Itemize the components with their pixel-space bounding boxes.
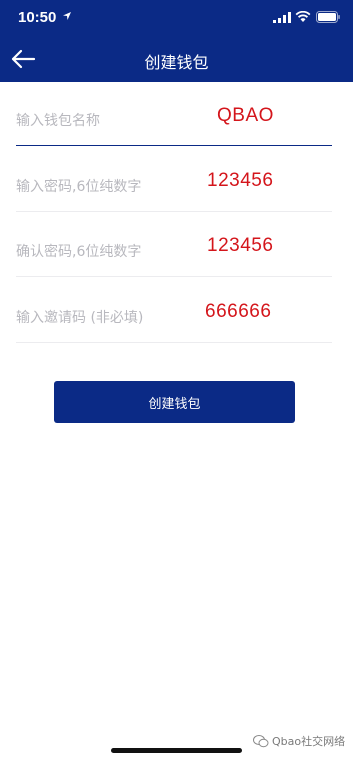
- home-indicator[interactable]: [111, 748, 242, 753]
- confirm-password-placeholder: 确认密码,6位纯数字: [16, 244, 142, 260]
- app-header: 10:50 创建钱包: [0, 0, 353, 82]
- location-arrow-icon: [63, 12, 71, 20]
- status-time: 10:50: [18, 9, 57, 26]
- field-underline: [16, 145, 332, 146]
- page-title: 创建钱包: [144, 53, 209, 72]
- wallet-name-annotation: QBAO: [217, 105, 274, 126]
- invite-code-field[interactable]: 输入邀请码 (非必填) 666666: [16, 293, 332, 343]
- password-field[interactable]: 输入密码,6位纯数字 123456: [16, 162, 332, 212]
- wifi-icon: [295, 11, 311, 22]
- invite-code-placeholder: 输入邀请码 (非必填): [16, 310, 144, 326]
- battery-icon: [316, 11, 340, 23]
- invite-code-annotation: 666666: [205, 301, 272, 322]
- confirm-password-annotation: 123456: [207, 235, 274, 256]
- password-annotation: 123456: [207, 170, 274, 191]
- password-placeholder: 输入密码,6位纯数字: [16, 179, 142, 195]
- field-underline: [16, 276, 332, 277]
- field-underline: [16, 342, 332, 343]
- confirm-password-field[interactable]: 确认密码,6位纯数字 123456: [16, 227, 332, 277]
- status-bar: 10:50: [0, 0, 353, 38]
- create-wallet-button[interactable]: 创建钱包: [54, 381, 295, 423]
- cellular-signal-icon: [273, 12, 291, 23]
- wallet-name-field[interactable]: 输入钱包名称 QBAO: [16, 96, 332, 146]
- wechat-icon: [253, 734, 269, 747]
- watermark: Qbao社交网络: [253, 733, 345, 749]
- watermark-text: Qbao社交网络: [272, 735, 346, 748]
- wallet-name-placeholder: 输入钱包名称: [16, 113, 100, 129]
- field-underline: [16, 211, 332, 212]
